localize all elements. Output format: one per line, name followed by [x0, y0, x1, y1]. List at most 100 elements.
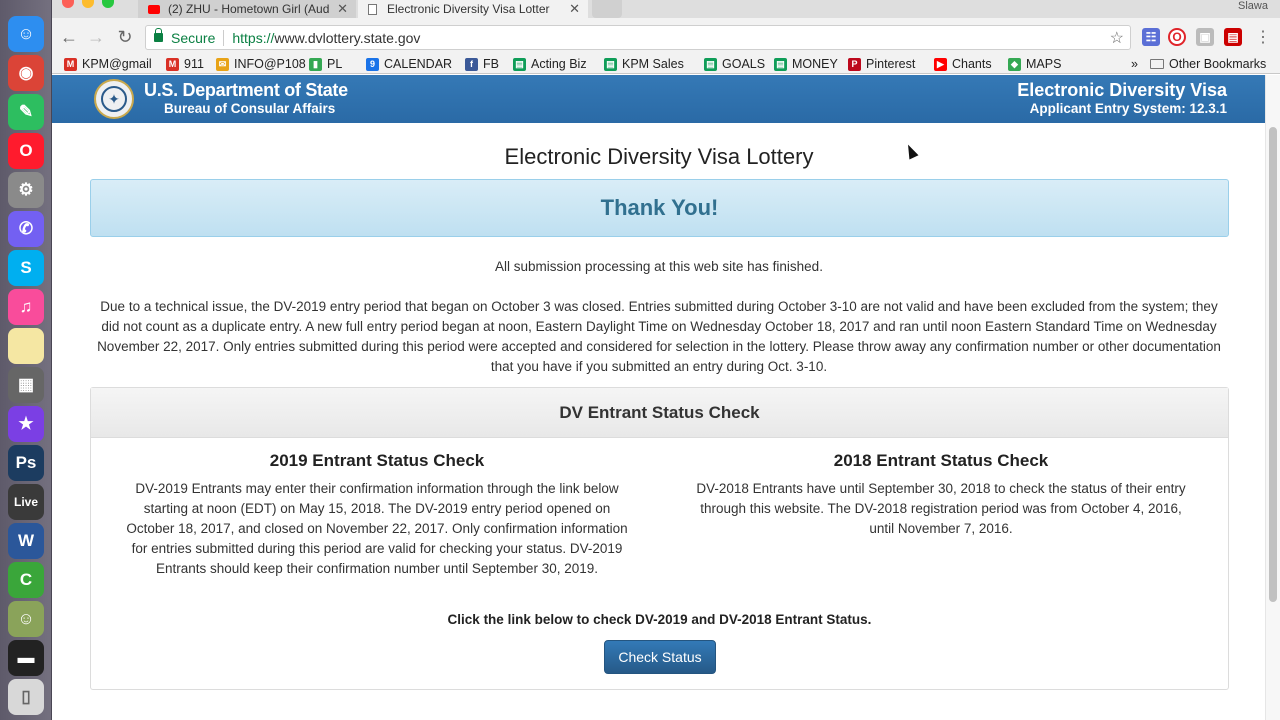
close-tab-icon[interactable]: ✕	[337, 1, 348, 17]
back-button[interactable]: ←	[58, 26, 80, 48]
bookmark-item[interactable]: f FB	[465, 57, 499, 71]
check-status-button[interactable]: Check Status	[604, 640, 716, 674]
bookmark-icon: ✉	[216, 57, 229, 71]
itunes-icon[interactable]: ♫	[8, 289, 44, 325]
bookmark-icon: ▤	[513, 57, 526, 71]
status-check-panel: DV Entrant Status Check 2019 Entrant Sta…	[90, 387, 1229, 690]
bookmark-icon: ▤	[704, 57, 717, 71]
chrome-icon[interactable]: ◉	[8, 55, 44, 91]
bureau-name: Bureau of Consular Affairs	[164, 101, 336, 116]
bookmark-star-icon[interactable]: ☆	[1110, 28, 1124, 48]
bookmark-label: KPM Sales	[622, 57, 684, 71]
other-bookmarks-folder[interactable]: Other Bookmarks	[1150, 57, 1266, 71]
bookmark-label: PL	[327, 57, 343, 71]
imovie-icon[interactable]: ★	[8, 406, 44, 442]
profile-name[interactable]: Slawa	[1238, 0, 1268, 12]
viber-icon[interactable]: ✆	[8, 211, 44, 247]
bookmark-icon: M	[64, 57, 77, 71]
site-header: ✦ U.S. Department of State Bureau of Con…	[52, 75, 1265, 123]
state-department-seal-icon[interactable]: ✦	[94, 79, 134, 119]
bookmark-item[interactable]: M KPM@gmail	[64, 57, 152, 71]
extension-icon[interactable]: ☷	[1142, 28, 1160, 46]
youtube-icon	[148, 4, 160, 14]
opera-extension-icon[interactable]: O	[1168, 28, 1186, 46]
bookmark-item[interactable]: ▤ MONEY	[774, 57, 838, 71]
bookmark-item[interactable]: ▶ Chants	[934, 57, 992, 71]
system-version: Applicant Entry System: 12.3.1	[1029, 101, 1227, 116]
processing-note: All submission processing at this web si…	[495, 259, 823, 274]
notes-icon[interactable]	[8, 328, 44, 364]
bookmark-label: FB	[483, 57, 499, 71]
bookmark-item[interactable]: ▮ PL	[309, 57, 342, 71]
system-title: Electronic Diversity Visa	[1017, 80, 1227, 100]
panel-heading: DV Entrant Status Check	[91, 388, 1228, 438]
bookmark-item[interactable]: ✉ INFO@P108	[216, 57, 306, 71]
photoshop-icon[interactable]: Ps	[8, 445, 44, 481]
opera-icon[interactable]: O	[8, 133, 44, 169]
browser-window: (2) ZHU - Hometown Girl (Aud ✕ Electroni…	[52, 0, 1280, 720]
forward-button[interactable]: →	[85, 26, 107, 48]
eagle-icon: ✦	[101, 86, 127, 112]
close-tab-icon[interactable]: ✕	[569, 1, 580, 17]
dv2019-section: 2019 Entrant Status Check DV-2019 Entran…	[122, 451, 632, 579]
bookmark-label: Chants	[952, 57, 992, 71]
skype-icon[interactable]: S	[8, 250, 44, 286]
address-bar[interactable]: Secure https:// www.dvlottery.state.gov …	[145, 25, 1131, 50]
check-status-instruction: Click the link below to check DV-2019 an…	[447, 612, 872, 627]
close-window-button[interactable]	[62, 0, 74, 8]
dv2018-text: DV-2018 Entrants have until September 30…	[696, 481, 1186, 536]
bookmark-label: MAPS	[1026, 57, 1062, 71]
tab-dv-lottery[interactable]: Electronic Diversity Visa Lotter ✕	[358, 0, 588, 18]
tab-strip: (2) ZHU - Hometown Girl (Aud ✕ Electroni…	[52, 0, 1280, 18]
bookmark-item[interactable]: ▤ GOALS	[704, 57, 765, 71]
bookmark-icon: ◆	[1008, 57, 1021, 71]
system-preferences-icon[interactable]: ⚙	[8, 172, 44, 208]
evernote-icon[interactable]: ✎	[8, 94, 44, 130]
bookmark-item[interactable]: P Pinterest	[848, 57, 915, 71]
bookmark-icon: ▤	[604, 57, 617, 71]
reload-button[interactable]: ↻	[114, 26, 136, 48]
word-icon[interactable]: W	[8, 523, 44, 559]
preview-icon[interactable]: ☺	[8, 601, 44, 637]
bookmark-icon: ▶	[934, 57, 947, 71]
finder-icon[interactable]: ☺	[8, 16, 44, 52]
scrollbar-thumb[interactable]	[1269, 127, 1277, 602]
dv2019-text: DV-2019 Entrants may enter their confirm…	[126, 481, 628, 576]
new-tab-button[interactable]	[592, 0, 622, 18]
page-title: Electronic Diversity Visa Lottery	[504, 144, 814, 169]
menu-icon[interactable]: ⋮	[1252, 26, 1274, 48]
bookmark-icon: P	[848, 57, 861, 71]
lock-icon	[154, 28, 163, 42]
bookmark-label: Acting Biz	[531, 57, 587, 71]
bookmark-label: INFO@P108	[234, 57, 306, 71]
bookmark-item[interactable]: 9 CALENDAR	[366, 57, 452, 71]
bookmark-label: Pinterest	[866, 57, 916, 71]
extension-icon[interactable]: ▣	[1196, 28, 1214, 46]
bookmark-label: MONEY	[792, 57, 838, 71]
trash-icon[interactable]: ▯	[8, 679, 44, 715]
dock: ☺ ◉ ✎ O ⚙ ✆ S ♫ ▦ ★ Ps Live W C ☺ ▬ ▯	[0, 0, 52, 720]
bookmark-item[interactable]: ◆ MAPS	[1008, 57, 1061, 71]
bookmark-item[interactable]: M 911	[166, 57, 204, 71]
calculator-icon[interactable]: ▦	[8, 367, 44, 403]
bookmark-item[interactable]: ▤ KPM Sales	[604, 57, 684, 71]
bookmarks-overflow-button[interactable]: »	[1131, 57, 1138, 71]
page-icon	[368, 3, 377, 15]
technical-issue-notice: Due to a technical issue, the DV-2019 en…	[97, 299, 1221, 374]
bookmarks-bar: M KPM@gmail M 911 ✉ INFO@P108 ▮ PL 9 CALENDAR f FB ▤…	[52, 56, 1280, 74]
bookmark-icon: f	[465, 57, 478, 71]
minimize-window-button[interactable]	[82, 0, 94, 8]
bookmark-icon: 9	[366, 57, 379, 71]
live-icon[interactable]: Live	[8, 484, 44, 520]
url-scheme: https://	[232, 29, 275, 46]
tab-youtube[interactable]: (2) ZHU - Hometown Girl (Aud ✕	[138, 0, 356, 18]
tab-label: (2) ZHU - Hometown Girl (Aud	[168, 2, 330, 16]
page-scrollbar[interactable]	[1265, 75, 1280, 720]
terminal-icon[interactable]: ▬	[8, 640, 44, 676]
camtasia-icon[interactable]: C	[8, 562, 44, 598]
bookmark-icon: ▤	[774, 57, 787, 71]
bookmark-item[interactable]: ▤ Acting Biz	[513, 57, 587, 71]
extension-icon[interactable]: ▤	[1224, 28, 1242, 46]
secure-label: Secure	[171, 29, 216, 46]
maximize-window-button[interactable]	[102, 0, 114, 8]
